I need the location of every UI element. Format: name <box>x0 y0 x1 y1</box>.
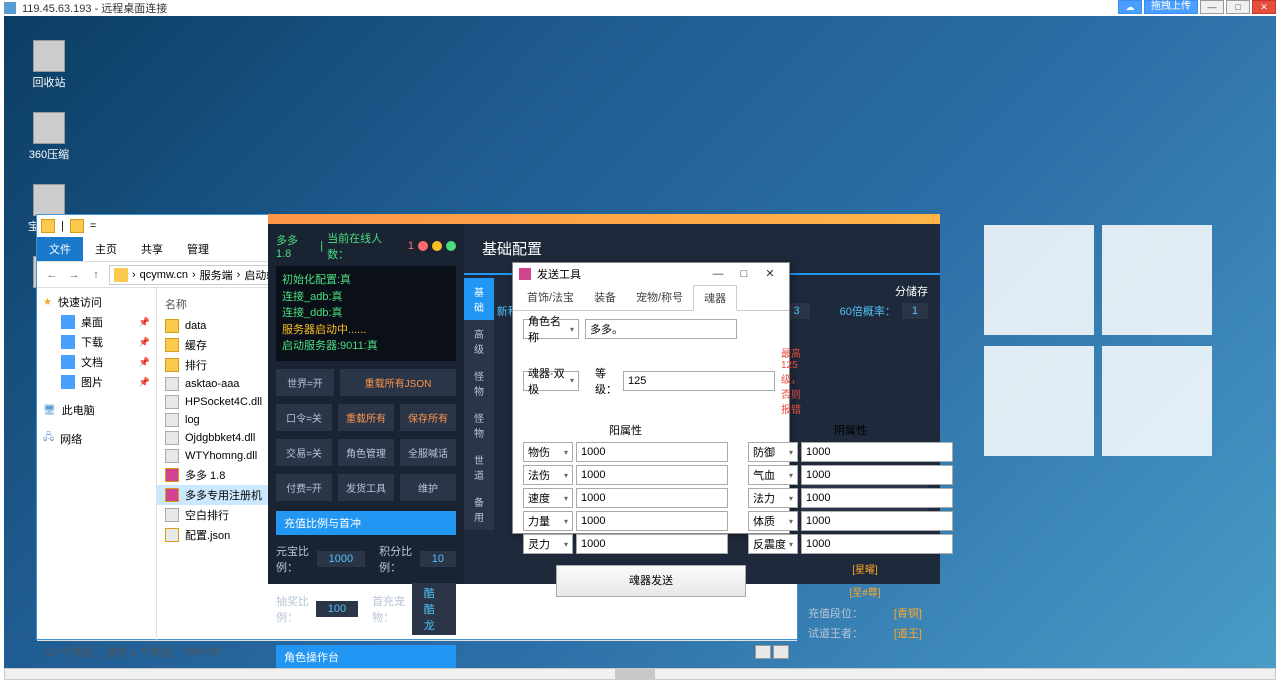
attr-select[interactable]: 防御▾ <box>748 442 798 462</box>
attr-select[interactable]: 气血▾ <box>748 465 798 485</box>
app-icon <box>519 268 531 280</box>
weapon-select[interactable]: 魂器·双极▾ <box>523 371 579 391</box>
config-tab[interactable]: 怪物 <box>464 404 494 446</box>
maximize-button[interactable]: □ <box>1226 0 1250 14</box>
sidebar-item[interactable]: 下载📌 <box>37 332 156 352</box>
explorer-sidebar: ★快速访问 桌面📌下载📌文档📌图片📌 🖥此电脑 🖧网络 <box>37 288 157 640</box>
config-tab[interactable]: 世道 <box>464 446 494 488</box>
console-column: 多多 1.8 | 当前在线人数： 1 初始化配置:真连接_adb:真连接_ddb… <box>268 224 464 584</box>
dialog-tabs: 首饰/法宝装备宠物/称号魂器 <box>513 285 789 311</box>
dialog-tab[interactable]: 宠物/称号 <box>626 285 693 310</box>
attr-input[interactable] <box>576 511 728 531</box>
view-icons[interactable] <box>773 645 789 659</box>
attr-input[interactable] <box>576 442 728 462</box>
action-button[interactable]: 维护 <box>400 474 456 501</box>
attr-input[interactable] <box>801 442 953 462</box>
sidebar-item[interactable]: 图片📌 <box>37 372 156 392</box>
minimize-button[interactable]: — <box>1200 0 1224 14</box>
section-recharge: 充值比例与首冲 <box>276 511 456 535</box>
dot-green[interactable] <box>446 241 456 251</box>
attr-input[interactable] <box>801 465 953 485</box>
quick-access[interactable]: ★快速访问 <box>37 292 156 312</box>
action-button[interactable]: 口令=关 <box>276 404 332 431</box>
action-button[interactable]: 重载所有 <box>338 404 394 431</box>
attr-input[interactable] <box>576 488 728 508</box>
action-button[interactable]: 角色管理 <box>338 439 394 466</box>
dialog-tab[interactable]: 魂器 <box>693 285 737 311</box>
action-button[interactable]: 保存所有 <box>400 404 456 431</box>
action-button[interactable]: 发货工具 <box>338 474 394 501</box>
tab-home[interactable]: 主页 <box>83 237 129 261</box>
attr-select[interactable]: 法伤▾ <box>523 465 573 485</box>
folder-icon <box>70 219 84 233</box>
remote-desktop: 回收站360压缩宝塔面...dist | = 文件 主页 共享 管理 应用程序工… <box>4 16 1276 668</box>
desktop-icon[interactable]: 回收站 <box>24 40 74 90</box>
action-button[interactable]: 重载所有JSON <box>340 369 456 396</box>
dot-red[interactable] <box>418 241 428 251</box>
attr-input[interactable] <box>801 488 953 508</box>
back-button[interactable]: ← <box>43 266 61 284</box>
desktop-icon[interactable]: 360压缩 <box>24 112 74 162</box>
minimize-button[interactable]: — <box>705 265 731 283</box>
this-pc[interactable]: 🖥此电脑 <box>37 400 156 420</box>
forward-button[interactable]: → <box>65 266 83 284</box>
network[interactable]: 🖧网络 <box>37 428 156 449</box>
attr-select[interactable]: 法力▾ <box>748 488 798 508</box>
rdp-titlebar: 119.45.63.193 - 远程桌面连接 ☁ 拖拽上传 — □ ✕ <box>0 0 1280 16</box>
action-button[interactable]: 世界=开 <box>276 369 334 396</box>
maximize-button[interactable]: □ <box>731 265 757 283</box>
dialog-tab[interactable]: 装备 <box>584 285 626 310</box>
attr-input[interactable] <box>576 465 728 485</box>
config-tab[interactable]: 怪物 <box>464 362 494 404</box>
attr-select[interactable]: 灵力▾ <box>523 534 573 554</box>
tab-view[interactable]: 管理 <box>175 237 221 261</box>
attr-input[interactable] <box>576 534 728 554</box>
dialog-tab[interactable]: 首饰/法宝 <box>517 285 584 310</box>
rdp-controls: ☁ 拖拽上传 — □ ✕ <box>1118 0 1276 14</box>
level-input[interactable] <box>623 371 775 391</box>
attr-input[interactable] <box>801 534 953 554</box>
config-tab[interactable]: 基础 <box>464 278 494 320</box>
windows-logo <box>980 221 1216 463</box>
rdp-title-text: 119.45.63.193 - 远程桌面连接 <box>22 0 167 16</box>
attr-select[interactable]: 体质▾ <box>748 511 798 531</box>
role-name-select[interactable]: 角色名称▾ <box>523 319 579 339</box>
config-tab[interactable]: 高级 <box>464 320 494 362</box>
action-button[interactable]: 全服喊话 <box>400 439 456 466</box>
dialog-titlebar[interactable]: 发送工具 — □ ✕ <box>513 263 789 285</box>
section-role: 角色操作台 <box>276 645 456 669</box>
sidebar-item[interactable]: 桌面📌 <box>37 312 156 332</box>
view-details[interactable] <box>755 645 771 659</box>
folder-icon <box>41 219 55 233</box>
attr-select[interactable]: 速度▾ <box>523 488 573 508</box>
attr-input[interactable] <box>801 511 953 531</box>
config-tab[interactable]: 备用 <box>464 488 494 530</box>
tab-file[interactable]: 文件 <box>37 237 83 261</box>
close-button[interactable]: ✕ <box>757 265 783 283</box>
console-output: 初始化配置:真连接_adb:真连接_ddb:真服务器启动中......启动服务器… <box>276 266 456 361</box>
role-name-input[interactable] <box>585 319 737 339</box>
action-button[interactable]: 交易=关 <box>276 439 332 466</box>
rdp-icon <box>4 2 16 14</box>
send-tool-dialog: 发送工具 — □ ✕ 首饰/法宝装备宠物/称号魂器 角色名称▾ 魂器·双极▾ 等… <box>512 262 790 534</box>
attr-select[interactable]: 物伤▾ <box>523 442 573 462</box>
cloud-icon[interactable]: ☁ <box>1118 0 1142 14</box>
upload-button[interactable]: 拖拽上传 <box>1144 0 1198 14</box>
attr-select[interactable]: 力量▾ <box>523 511 573 531</box>
sidebar-item[interactable]: 文档📌 <box>37 352 156 372</box>
folder-icon <box>114 268 128 282</box>
horizontal-scrollbar[interactable] <box>4 668 1276 680</box>
attr-select[interactable]: 反震度▾ <box>748 534 798 554</box>
action-button[interactable]: 付费=开 <box>276 474 332 501</box>
up-button[interactable]: ↑ <box>87 266 105 284</box>
dot-yellow[interactable] <box>432 241 442 251</box>
close-button[interactable]: ✕ <box>1252 0 1276 14</box>
tab-share[interactable]: 共享 <box>129 237 175 261</box>
send-button[interactable]: 魂器发送 <box>556 565 746 597</box>
